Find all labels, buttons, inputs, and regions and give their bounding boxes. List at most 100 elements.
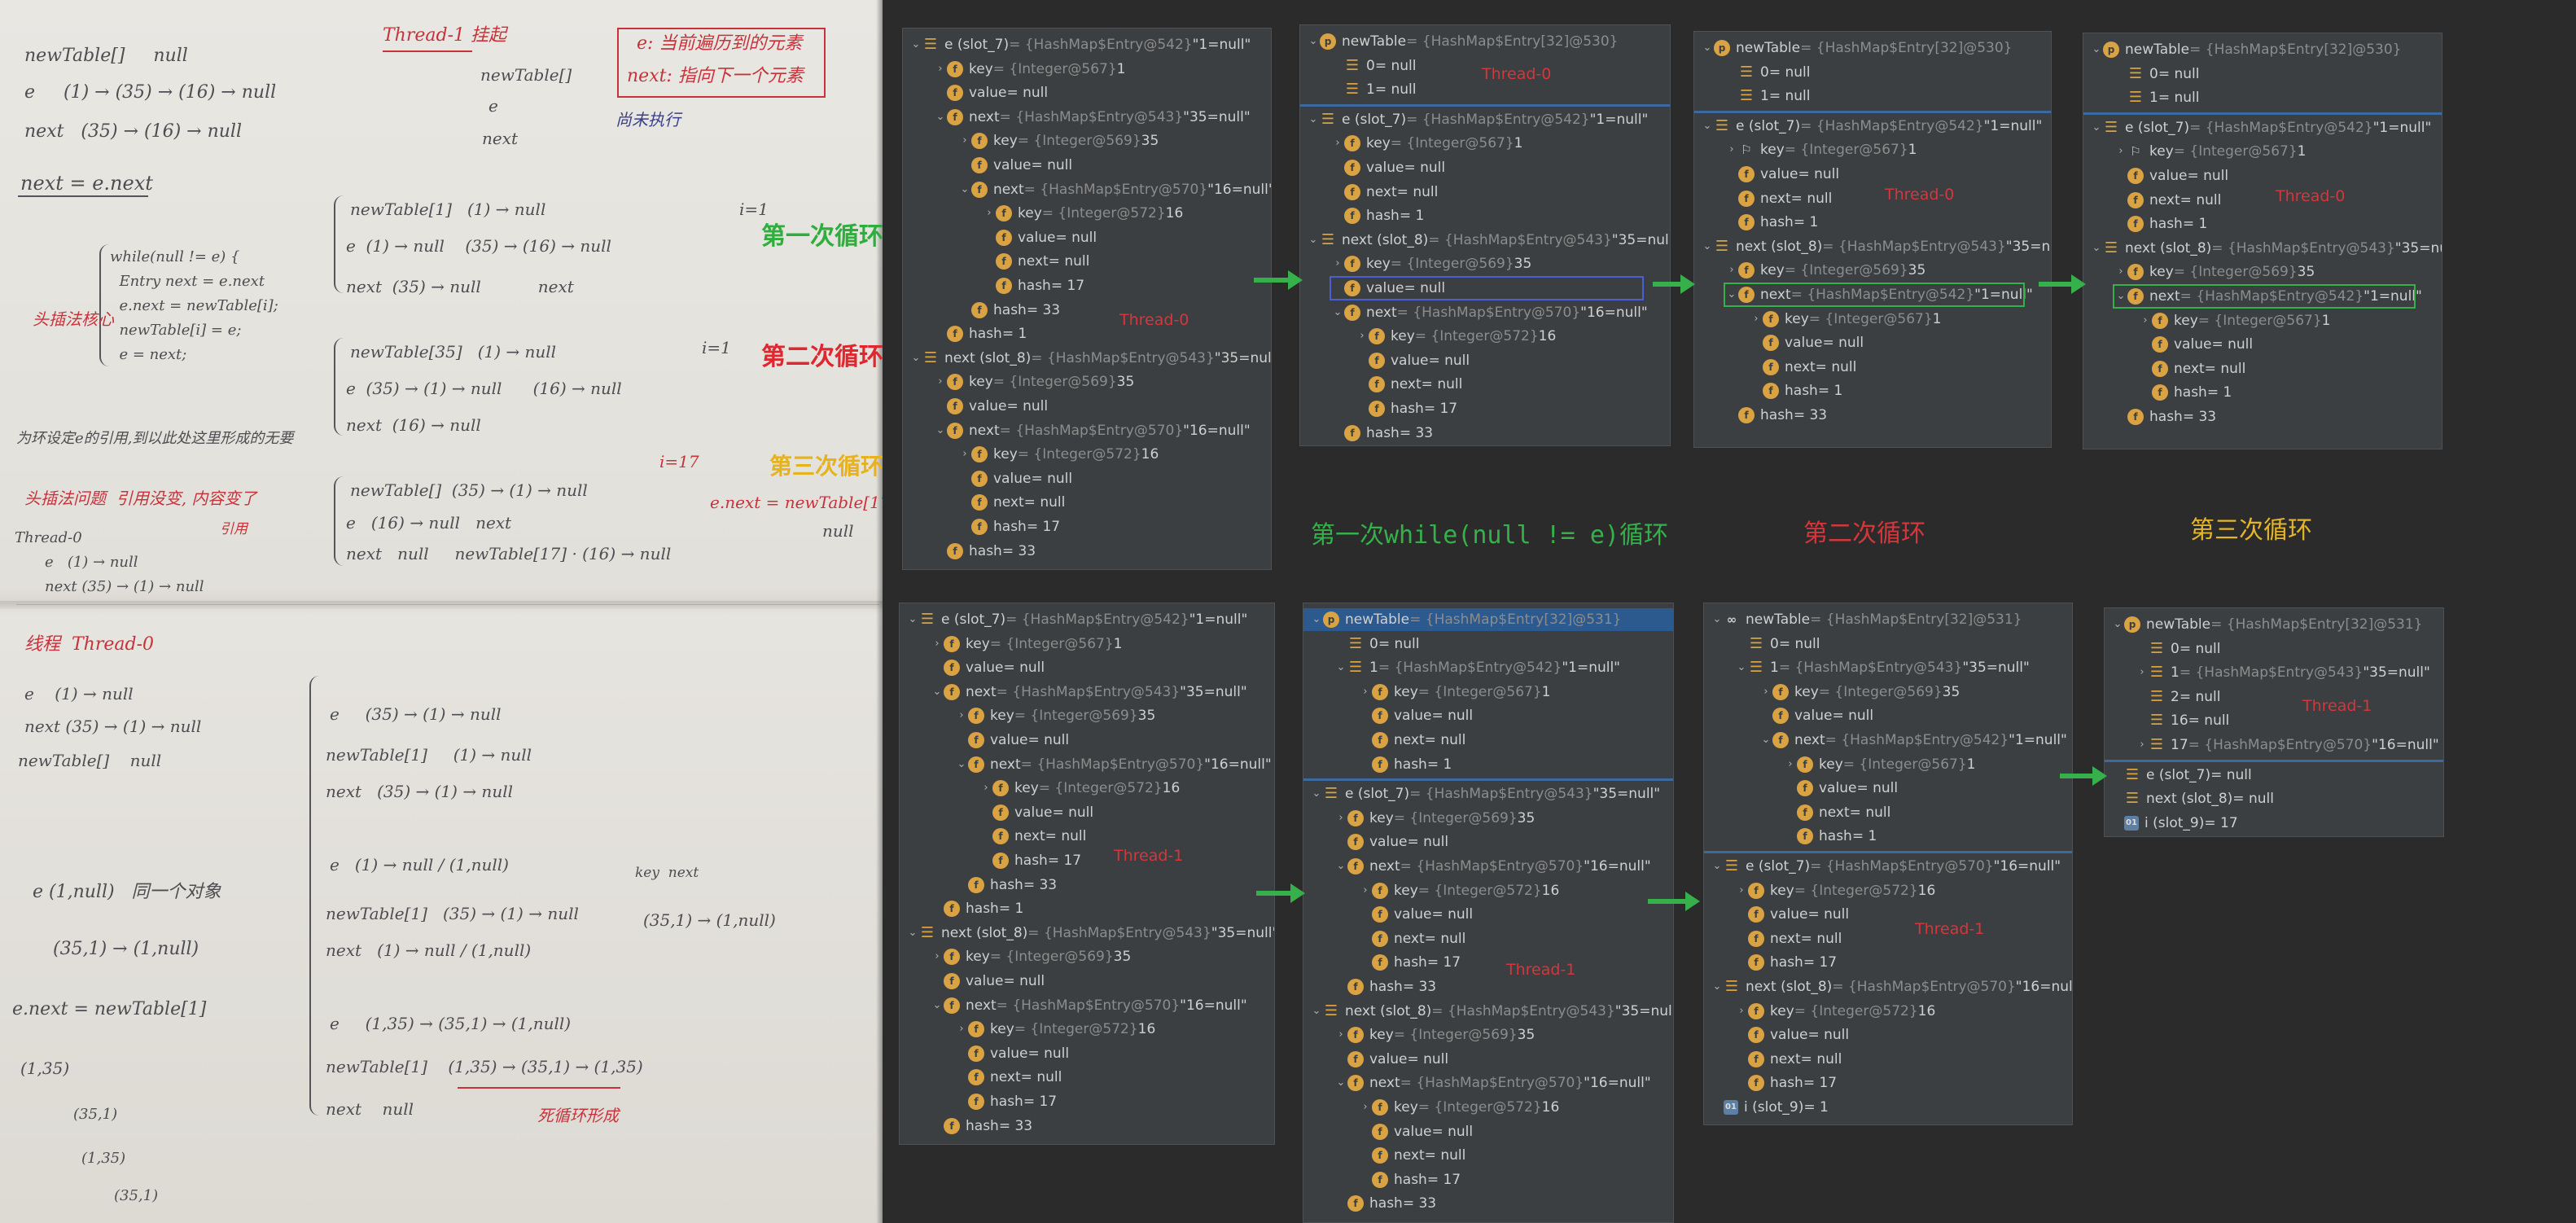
chevron-right-icon[interactable]: › <box>2136 661 2149 684</box>
variable-row[interactable]: f value = null <box>931 970 1045 993</box>
variable-row[interactable]: ☰ 16 = null <box>2136 709 2229 732</box>
chevron-right-icon[interactable]: › <box>1359 681 1372 704</box>
variable-row[interactable]: f value = null <box>958 467 1072 490</box>
chevron-right-icon[interactable]: › <box>934 58 947 81</box>
variable-row[interactable]: ⌄ f next = {HashMap$Entry@542} "1=null" <box>1759 729 2067 752</box>
variable-row[interactable]: › ⚐ key = {Integer@567} 1 <box>2114 140 2306 163</box>
variable-row[interactable]: ☰ 0 = null <box>2136 638 2221 660</box>
variable-row[interactable]: 01 i (slot_9) = 1 <box>1711 1096 1829 1119</box>
chevron-right-icon[interactable]: › <box>1359 1096 1372 1119</box>
variable-row[interactable]: f value = null <box>979 801 1093 824</box>
chevron-down-icon[interactable]: ⌄ <box>1310 608 1323 631</box>
variable-row[interactable]: f next = null <box>1725 187 1832 210</box>
variable-row[interactable]: f hash = 33 <box>934 540 1036 563</box>
chevron-right-icon[interactable]: › <box>1334 807 1347 830</box>
variable-row[interactable]: › f key = {Integer@569} 35 <box>1334 807 1535 830</box>
chevron-right-icon[interactable]: › <box>955 704 968 727</box>
variable-row[interactable]: f next = null <box>979 825 1086 848</box>
chevron-down-icon[interactable]: ⌄ <box>1701 115 1714 138</box>
variable-row[interactable]: f hash = 1 <box>2114 213 2207 235</box>
variable-row[interactable]: f next = null <box>1784 801 1890 824</box>
variable-row[interactable]: ⌄ ☰ next (slot_8) = {HashMap$Entry@543} "3… <box>906 922 1274 945</box>
variable-row[interactable]: › f key = {Integer@569} 35 <box>2114 261 2315 283</box>
variable-row[interactable]: f hash = 1 <box>2139 381 2232 404</box>
chevron-right-icon[interactable]: › <box>931 633 944 655</box>
chevron-right-icon[interactable]: › <box>1784 753 1797 776</box>
chevron-right-icon[interactable]: › <box>934 370 947 393</box>
chevron-down-icon[interactable]: ⌄ <box>1331 301 1344 324</box>
variable-row[interactable]: › f key = {Integer@572} 16 <box>983 202 1183 225</box>
variable-row[interactable]: f value = null <box>2114 164 2228 187</box>
variable-row[interactable]: ⌄ f next = {HashMap$Entry@570} "16=null" <box>955 753 1272 776</box>
variable-row[interactable]: ☰ next (slot_8) = null <box>2111 787 2274 810</box>
variable-row[interactable]: f hash = 33 <box>1331 422 1433 445</box>
variable-row[interactable]: › f key = {Integer@567} 1 <box>1359 681 1550 704</box>
variable-row[interactable]: f hash = 17 <box>1735 951 1837 974</box>
variable-row[interactable]: ☰ 1 = null <box>2114 86 2200 109</box>
variable-row[interactable]: ⌄ p newTable = {HashMap$Entry[32]@530} <box>1701 37 2013 59</box>
chevron-right-icon[interactable]: › <box>1356 325 1369 348</box>
chevron-right-icon[interactable]: › <box>1735 1000 1748 1023</box>
variable-row[interactable]: f value = null <box>2139 333 2253 356</box>
variable-row[interactable]: ⌄ ☰ next (slot_8) = {HashMap$Entry@543} "3… <box>1307 229 1670 252</box>
chevron-down-icon[interactable]: ⌄ <box>1334 656 1347 679</box>
variable-row[interactable]: ⌄ ☰ e (slot_7) = {HashMap$Entry@543} "35=n… <box>1310 782 1661 805</box>
variable-row[interactable]: f value = null <box>1725 163 1839 186</box>
variable-row[interactable]: f next = null <box>2114 189 2221 212</box>
chevron-down-icon[interactable]: ⌄ <box>1310 782 1323 805</box>
chevron-down-icon[interactable]: ⌄ <box>2090 237 2103 260</box>
chevron-right-icon[interactable]: › <box>2114 140 2127 163</box>
variable-row[interactable]: ⌄ ☰ next (slot_8) = {HashMap$Entry@570} "1… <box>1711 975 2072 998</box>
variable-row[interactable]: f hash = 33 <box>931 1115 1032 1138</box>
variable-row[interactable]: › ☰ 1 = {HashMap$Entry@543} "35=null" <box>2136 661 2429 684</box>
chevron-right-icon[interactable]: › <box>1331 252 1344 275</box>
variable-row[interactable]: f hash = 17 <box>1735 1072 1837 1094</box>
variable-row[interactable]: › f key = {Integer@569} 35 <box>955 704 1155 727</box>
chevron-down-icon[interactable]: ⌄ <box>1307 30 1320 53</box>
variable-row[interactable]: ⌄ f next = {HashMap$Entry@543} "35=null" <box>931 681 1247 704</box>
variable-row[interactable]: f value = null <box>934 395 1048 418</box>
variable-row[interactable]: f next = null <box>958 491 1065 514</box>
chevron-down-icon[interactable]: ⌄ <box>1334 1072 1347 1094</box>
variable-row[interactable]: f value = null <box>1759 704 1873 727</box>
chevron-right-icon[interactable]: › <box>1725 138 1738 161</box>
variable-row[interactable]: ⌄ ☰ e (slot_7) = {HashMap$Entry@542} "1=nu… <box>2090 116 2432 139</box>
chevron-down-icon[interactable]: ⌄ <box>906 922 919 945</box>
variable-row[interactable]: › f key = {Integer@567} 1 <box>931 633 1122 655</box>
variable-row[interactable]: f next = null <box>983 250 1089 273</box>
variable-row[interactable]: f value = null <box>934 81 1048 104</box>
variable-row[interactable]: ⌄ ☰ 1 = {HashMap$Entry@542} "1=null" <box>1334 656 1620 679</box>
chevron-down-icon[interactable]: ⌄ <box>934 106 947 129</box>
variable-row[interactable]: f value = null <box>1334 1048 1448 1071</box>
variable-row[interactable]: f value = null <box>1784 777 1898 800</box>
variable-row[interactable]: › f key = {Integer@567} 1 <box>1750 308 1941 331</box>
variable-row[interactable]: f next = null <box>1750 356 1856 379</box>
variable-row[interactable]: f hash = 1 <box>1750 379 1842 402</box>
chevron-right-icon[interactable]: › <box>983 202 996 225</box>
variable-row[interactable]: f hash = 17 <box>1359 1168 1461 1191</box>
variable-row[interactable]: f hash = 17 <box>983 274 1084 297</box>
variable-row[interactable]: f next = null <box>1331 181 1438 204</box>
chevron-down-icon[interactable]: ⌄ <box>1310 1000 1323 1023</box>
variable-row[interactable]: › f key = {Integer@569} 35 <box>1331 252 1531 275</box>
variable-row[interactable]: f hash = 1 <box>1331 204 1424 227</box>
chevron-right-icon[interactable]: › <box>955 1018 968 1041</box>
variable-row[interactable]: › f key = {Integer@569} 35 <box>1334 1024 1535 1046</box>
variable-row[interactable]: f hash = 1 <box>931 897 1023 920</box>
variable-row[interactable]: f hash = 17 <box>1359 951 1461 974</box>
variable-row[interactable]: ⌄ ☰ e (slot_7) = {HashMap$Entry@570} "16=n… <box>1711 855 2061 878</box>
variable-row[interactable]: ⌄ ☰ e (slot_7) = {HashMap$Entry@542} "1=nu… <box>909 33 1251 56</box>
variable-row[interactable]: f next = null <box>955 1066 1062 1089</box>
variable-row[interactable]: › f key = {Integer@569} 35 <box>958 129 1159 152</box>
variable-row[interactable]: ⌄ p newTable = {HashMap$Entry[32]@530} <box>1307 30 1619 53</box>
variable-row[interactable]: f next = null <box>1359 729 1465 752</box>
variable-row[interactable]: ☰ 1 = null <box>1331 78 1417 101</box>
variable-row[interactable]: f hash = 33 <box>1334 1192 1436 1215</box>
chevron-right-icon[interactable]: › <box>958 443 971 466</box>
variable-row[interactable]: › f key = {Integer@569} 35 <box>934 370 1134 393</box>
variable-row[interactable]: f value = null <box>983 226 1097 249</box>
variable-row[interactable]: f value = null <box>1331 156 1445 179</box>
variable-row[interactable]: › f key = {Integer@572} 16 <box>958 443 1159 466</box>
variable-row[interactable]: ⌄ ☰ e (slot_7) = {HashMap$Entry@542} "1=nu… <box>1307 108 1649 131</box>
variable-row[interactable]: › f key = {Integer@572} 16 <box>979 777 1180 800</box>
